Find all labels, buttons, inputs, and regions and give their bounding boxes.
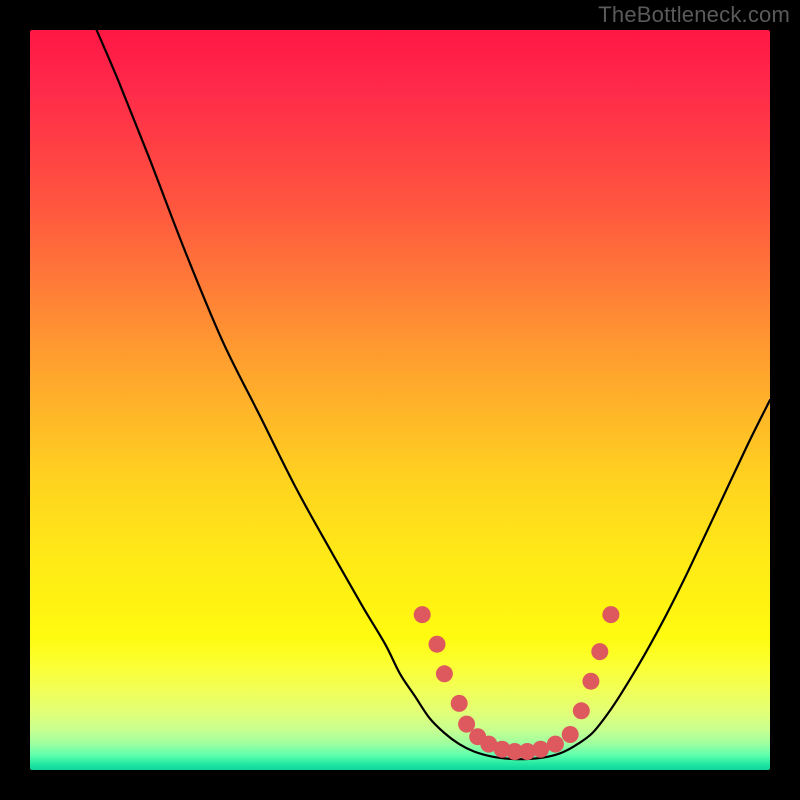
curve-svg xyxy=(30,30,770,770)
attribution-label: TheBottleneck.com xyxy=(598,2,790,28)
curve-marker xyxy=(532,741,549,758)
plot-area xyxy=(30,30,770,770)
curve-marker xyxy=(562,726,579,743)
curve-marker xyxy=(582,673,599,690)
curve-marker xyxy=(602,606,619,623)
curve-marker xyxy=(414,606,431,623)
curve-marker xyxy=(591,643,608,660)
curve-marker xyxy=(451,695,468,712)
curve-marker xyxy=(573,702,590,719)
curve-marker xyxy=(547,736,564,753)
curve-marker xyxy=(436,665,453,682)
curve-marker xyxy=(429,636,446,653)
chart-frame: TheBottleneck.com xyxy=(0,0,800,800)
